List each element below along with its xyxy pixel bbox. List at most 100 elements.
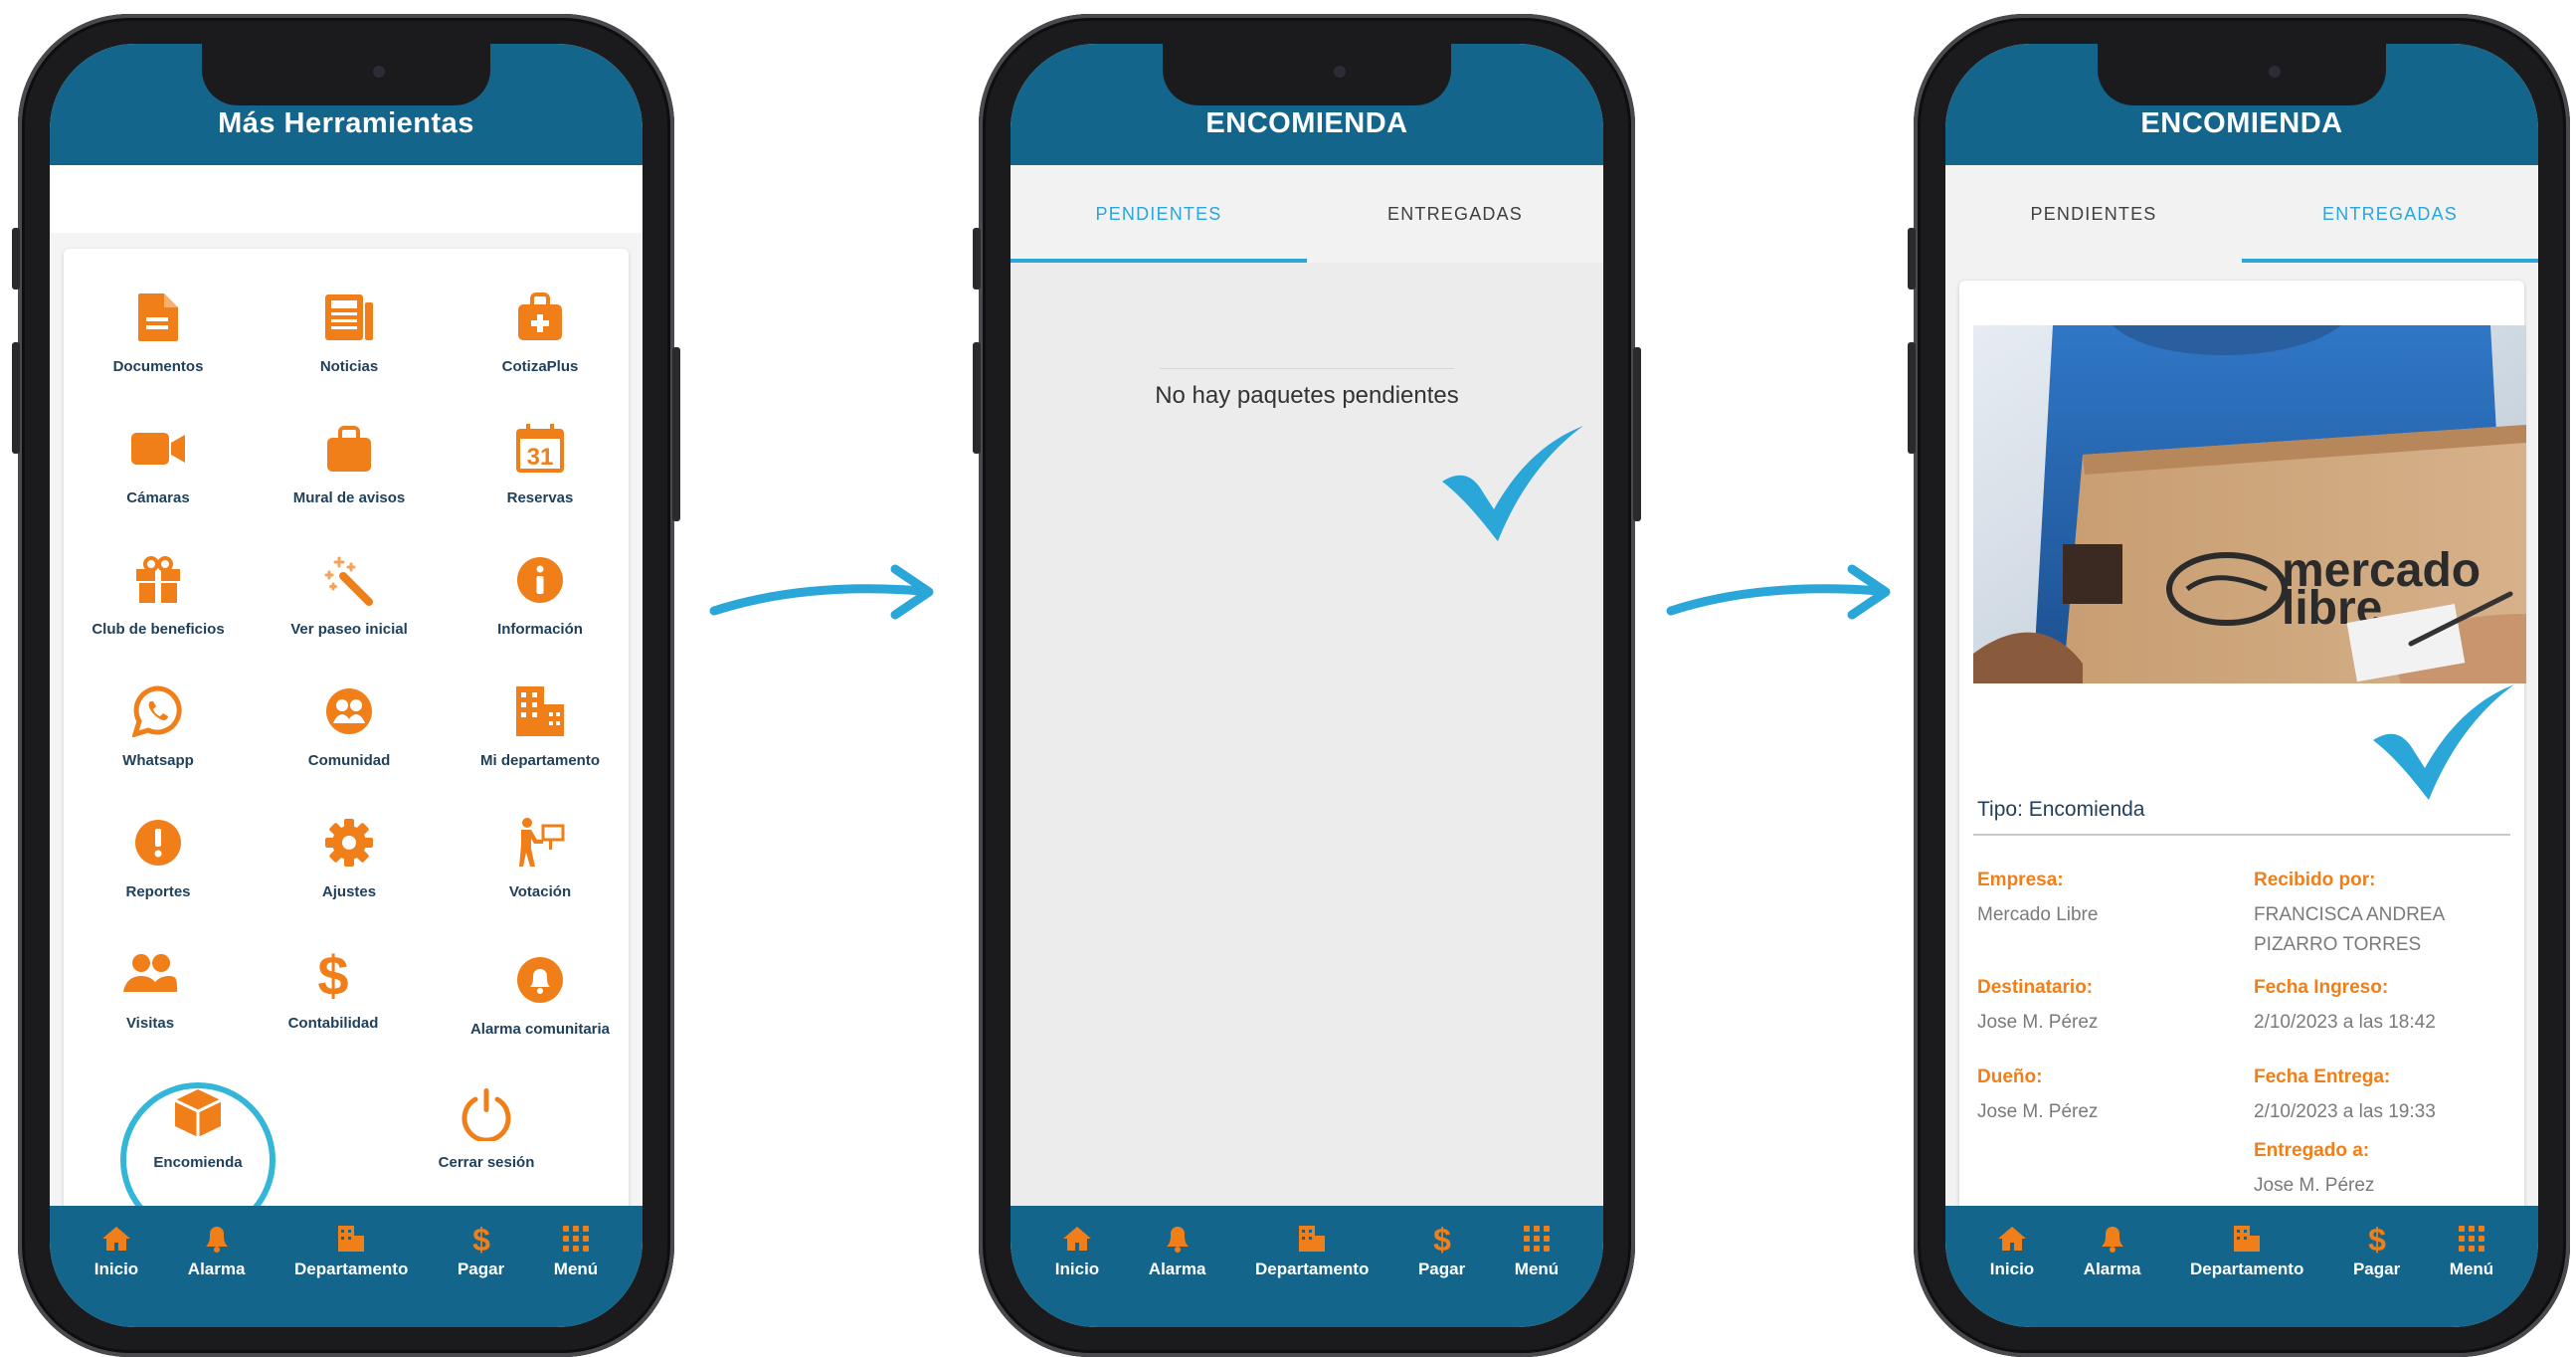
tool-votacion[interactable]: Votación (446, 814, 635, 900)
tool-club-de-beneficios[interactable]: Club de beneficios (64, 551, 253, 638)
tab-entregadas[interactable]: ENTREGADAS (2242, 165, 2538, 263)
tab-bar: PENDIENTES ENTREGADAS (1011, 165, 1603, 263)
content-area: mercado libre Tipo: Encomienda Empresa: … (1945, 263, 2538, 1273)
dollar-icon: $ (2362, 1223, 2392, 1255)
phone-frame-3: ENCOMIENDA PENDIENTES ENTREGADAS mercado… (1908, 14, 2570, 1357)
tab-pendientes[interactable]: PENDIENTES (1011, 165, 1307, 263)
screen-encomienda-entregadas: ENCOMIENDA PENDIENTES ENTREGADAS mercado… (1945, 44, 2538, 1327)
nav-departamento[interactable]: Departamento (2190, 1224, 2303, 1279)
nav-inicio[interactable]: Inicio (1990, 1224, 2034, 1279)
tool-contabilidad[interactable]: $ Contabilidad (239, 945, 428, 1032)
checkmark-icon (1442, 426, 1583, 541)
nav-pagar[interactable]: $ Pagar (2353, 1223, 2400, 1279)
home-icon (101, 1224, 131, 1254)
nav-menu[interactable]: Menú (1515, 1224, 1559, 1279)
page-title: Más Herramientas (218, 107, 474, 139)
field-empresa: Empresa: Mercado Libre (1977, 870, 2099, 925)
tool-alarma-comunitaria[interactable]: Alarma comunitaria (446, 951, 635, 1038)
vote-icon (511, 814, 569, 872)
nav-inicio[interactable]: Inicio (1055, 1224, 1099, 1279)
calendar-badge: 31 (527, 444, 554, 471)
field-recibido-por: Recibido por: FRANCISCA ANDREA PIZARRO T… (2254, 870, 2445, 955)
tool-ver-paseo-inicial[interactable]: Ver paseo inicial (255, 551, 444, 638)
bottom-nav: Inicio Alarma Departamento $ Pagar Menú (1011, 1206, 1603, 1327)
tool-whatsapp[interactable]: Whatsapp (64, 682, 253, 769)
tool-documentos[interactable]: Documentos (64, 289, 253, 375)
flow-arrow-right-icon (709, 564, 934, 620)
field-fecha-ingreso: Fecha Ingreso: 2/10/2023 a las 18:42 (2254, 977, 2436, 1033)
nav-departamento[interactable]: Departamento (1255, 1224, 1369, 1279)
nav-alarma[interactable]: Alarma (2084, 1224, 2140, 1279)
stage: Más Herramientas Documentos Noticias Cot… (0, 0, 2576, 1357)
nav-alarma[interactable]: Alarma (188, 1224, 245, 1279)
gear-icon (320, 814, 378, 872)
page-title: ENCOMIENDA (2140, 107, 2343, 139)
package-photo: mercado libre (1973, 325, 2526, 683)
content-area: No hay paquetes pendientes (1011, 263, 1603, 1206)
home-icon (1997, 1224, 2027, 1254)
package-type: Tipo: Encomienda (1977, 798, 2145, 821)
tool-mi-departamento[interactable]: Mi departamento (446, 682, 635, 769)
dollar-icon: $ (304, 945, 362, 1003)
divider (1973, 834, 2510, 836)
tool-mural-de-avisos[interactable]: Mural de avisos (255, 420, 444, 506)
community-icon (320, 682, 378, 740)
tool-reservas[interactable]: 31 Reservas (446, 420, 635, 506)
bell-icon (511, 951, 569, 1009)
grid-icon (561, 1224, 591, 1254)
tool-cerrar-sesion[interactable]: Cerrar sesión (392, 1084, 581, 1171)
video-camera-icon (129, 420, 187, 478)
newspaper-icon (320, 289, 378, 346)
bell-icon (202, 1224, 232, 1254)
tool-informacion[interactable]: Información (446, 551, 635, 638)
phone-frame-1: Más Herramientas Documentos Noticias Cot… (12, 14, 680, 1357)
tool-noticias[interactable]: Noticias (255, 289, 444, 375)
phone-frame-2: ENCOMIENDA PENDIENTES ENTREGADAS No hay … (973, 14, 1641, 1357)
empty-state-message: No hay paquetes pendientes (1155, 382, 1459, 409)
grid-icon (1522, 1224, 1552, 1254)
alert-icon (129, 814, 187, 872)
tool-reportes[interactable]: Reportes (64, 814, 253, 900)
dollar-icon: $ (466, 1223, 496, 1255)
nav-pagar[interactable]: $ Pagar (458, 1223, 504, 1279)
svg-text:$: $ (472, 1223, 490, 1255)
svg-text:$: $ (1433, 1223, 1451, 1255)
bottom-nav: Inicio Alarma Departamento $ Pagar Menú (50, 1206, 643, 1327)
home-icon (1062, 1224, 1092, 1254)
nav-alarma[interactable]: Alarma (1149, 1224, 1205, 1279)
whatsapp-icon (129, 682, 187, 740)
bottom-nav: Inicio Alarma Departamento $ Pagar Menú (1945, 1206, 2538, 1327)
tab-entregadas[interactable]: ENTREGADAS (1307, 165, 1603, 263)
divider (1160, 368, 1454, 369)
tool-ajustes[interactable]: Ajustes (255, 814, 444, 900)
nav-inicio[interactable]: Inicio (94, 1224, 138, 1279)
screen-mas-herramientas: Más Herramientas Documentos Noticias Cot… (50, 44, 643, 1327)
medical-bag-icon (511, 289, 569, 346)
building-icon (2232, 1224, 2262, 1254)
tab-pendientes[interactable]: PENDIENTES (1945, 165, 2242, 263)
building-icon (336, 1224, 366, 1254)
notch (202, 44, 490, 105)
tool-camaras[interactable]: Cámaras (64, 420, 253, 506)
package-card[interactable]: mercado libre Tipo: Encomienda Empresa: … (1959, 281, 2526, 1216)
calendar-icon: 31 (511, 420, 569, 478)
nav-departamento[interactable]: Departamento (294, 1224, 408, 1279)
flow-arrow-right-icon (1666, 564, 1891, 620)
magic-wand-icon (320, 551, 378, 609)
tab-bar: PENDIENTES ENTREGADAS (1945, 165, 2538, 263)
dollar-icon: $ (1427, 1223, 1457, 1255)
field-dueno: Dueño: Jose M. Pérez (1977, 1066, 2099, 1122)
nav-pagar[interactable]: $ Pagar (1418, 1223, 1465, 1279)
document-icon (129, 289, 187, 346)
tool-visitas[interactable]: Visitas (56, 945, 245, 1032)
screen-encomienda-pendientes: ENCOMIENDA PENDIENTES ENTREGADAS No hay … (1011, 44, 1603, 1327)
field-destinatario: Destinatario: Jose M. Pérez (1977, 977, 2099, 1033)
nav-menu[interactable]: Menú (554, 1224, 598, 1279)
tool-cotizaplus[interactable]: CotizaPlus (446, 289, 635, 375)
nav-menu[interactable]: Menú (2450, 1224, 2493, 1279)
info-icon (511, 551, 569, 609)
tool-comunidad[interactable]: Comunidad (255, 682, 444, 769)
field-entregado-a: Entregado a: Jose M. Pérez (2254, 1140, 2375, 1196)
checkmark-icon (2373, 684, 2514, 800)
grid-icon (2457, 1224, 2486, 1254)
